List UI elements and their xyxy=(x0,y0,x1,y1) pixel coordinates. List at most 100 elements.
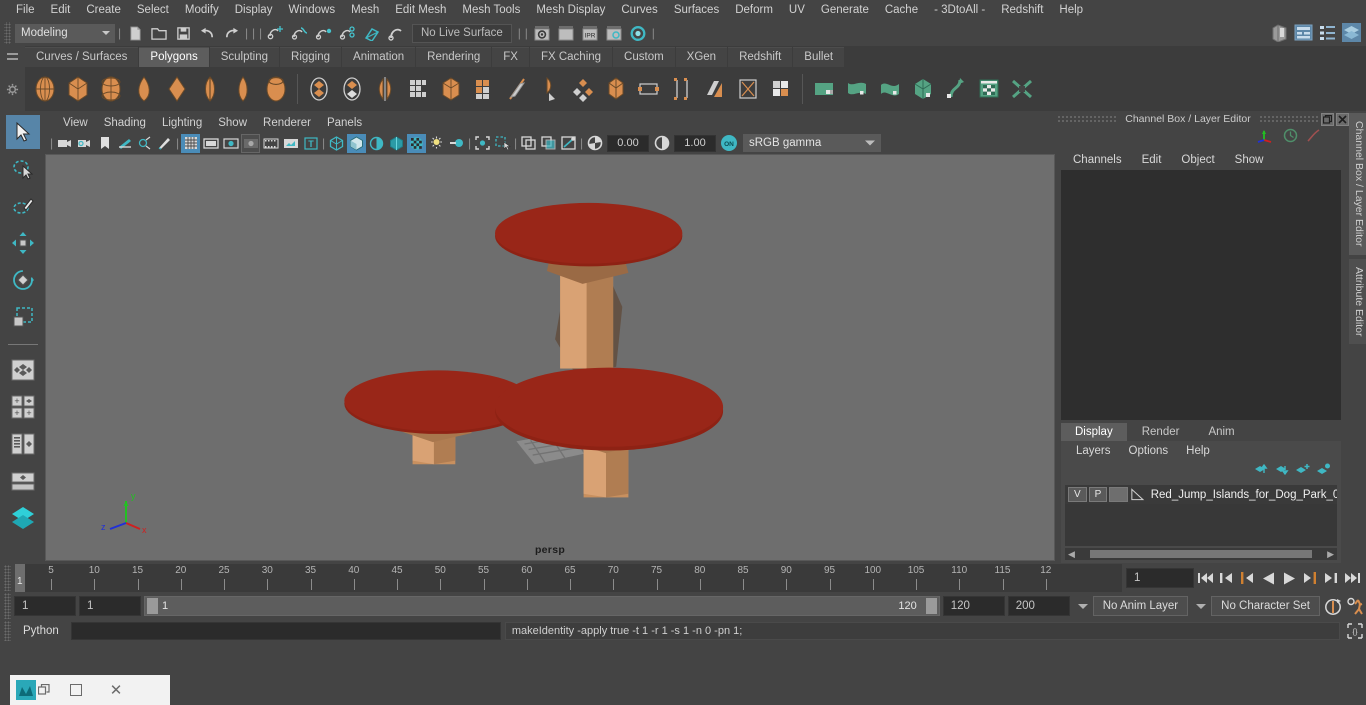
polycylinder-icon[interactable] xyxy=(95,71,127,107)
screen-space-ao-icon[interactable] xyxy=(427,134,446,153)
append-polygon-icon[interactable] xyxy=(699,71,731,107)
menu-mesh-tools[interactable]: Mesh Tools xyxy=(454,2,528,18)
mirror-icon[interactable] xyxy=(369,71,401,107)
attribute-editor-toggle-icon[interactable] xyxy=(1292,21,1314,43)
menu-select[interactable]: Select xyxy=(129,2,177,18)
gamma-field[interactable]: 1.00 xyxy=(674,134,716,152)
edit-menu[interactable]: Edit xyxy=(1132,153,1172,167)
channel-box-list[interactable] xyxy=(1061,170,1341,420)
polycone-icon[interactable] xyxy=(128,71,160,107)
move-tool[interactable] xyxy=(6,226,40,260)
time-slider-grip[interactable] xyxy=(4,565,11,591)
playback-end-field[interactable]: 120 xyxy=(942,596,1005,616)
scroll-left-arrow-icon[interactable]: ◀ xyxy=(1065,549,1078,560)
layer-list-hscrollbar[interactable]: ◀ ▶ xyxy=(1065,548,1337,560)
close-window-icon[interactable]: ✕ xyxy=(96,675,136,705)
show-hide-editors-icon[interactable] xyxy=(1268,21,1290,43)
xray-icon[interactable] xyxy=(539,134,558,153)
render-current-frame-icon[interactable] xyxy=(555,22,577,44)
booleans-icon[interactable] xyxy=(402,71,434,107)
polytorus-icon[interactable] xyxy=(161,71,193,107)
command-language-label[interactable]: Python xyxy=(15,625,67,637)
select-tool[interactable] xyxy=(5,115,40,149)
menu-mesh-display[interactable]: Mesh Display xyxy=(528,2,613,18)
menu-edit-mesh[interactable]: Edit Mesh xyxy=(387,2,454,18)
resolution-gate-icon[interactable] xyxy=(221,134,240,153)
persp-outliner-layout[interactable] xyxy=(6,427,40,461)
polycube-icon[interactable] xyxy=(62,71,94,107)
play-forwards-icon[interactable] xyxy=(1279,567,1299,589)
layer-color-swatch[interactable] xyxy=(1109,487,1128,502)
range-bar[interactable]: 1 120 xyxy=(144,596,940,616)
two-d-pan-zoom-icon[interactable] xyxy=(135,134,154,153)
menu-mesh[interactable]: Mesh xyxy=(343,2,387,18)
snap-to-curve-icon[interactable] xyxy=(289,22,311,44)
snap-to-point-icon[interactable] xyxy=(313,22,335,44)
layer-tab-anim[interactable]: Anim xyxy=(1194,423,1249,441)
anim-layer-value[interactable]: No Anim Layer xyxy=(1092,596,1189,616)
object-menu[interactable]: Object xyxy=(1171,153,1224,167)
shelf-tab-rigging[interactable]: Rigging xyxy=(280,47,342,67)
multisample-icon[interactable] xyxy=(473,134,492,153)
layer-playback-toggle[interactable]: P xyxy=(1088,487,1108,502)
make-live-icon[interactable] xyxy=(385,22,407,44)
layer-tab-render[interactable]: Render xyxy=(1127,423,1194,441)
viewport-menu-shading[interactable]: Shading xyxy=(96,116,154,130)
viewport-menu-renderer[interactable]: Renderer xyxy=(255,116,319,130)
select-camera-icon[interactable] xyxy=(55,134,74,153)
side-tab-channel-box[interactable]: Channel Box / Layer Editor xyxy=(1349,113,1366,255)
open-scene-icon[interactable] xyxy=(148,22,170,44)
scale-tool[interactable] xyxy=(6,300,40,334)
use-all-lights-icon[interactable] xyxy=(387,134,406,153)
script-editor-icon[interactable]: {} xyxy=(1344,621,1366,641)
live-surface-field[interactable]: No Live Surface xyxy=(412,23,512,43)
animation-preferences-icon[interactable] xyxy=(1346,595,1366,617)
menu-file[interactable]: File xyxy=(8,2,43,18)
shelf-tab-redshift[interactable]: Redshift xyxy=(728,47,793,67)
range-slider-grip[interactable] xyxy=(4,593,11,619)
menu-set-selector[interactable]: Modeling xyxy=(15,23,115,43)
restore-window-icon[interactable] xyxy=(38,684,50,696)
connect-icon[interactable] xyxy=(732,71,764,107)
close-icon[interactable] xyxy=(1336,112,1349,126)
new-layer-icon[interactable] xyxy=(1295,463,1310,481)
polydisc-icon[interactable] xyxy=(227,71,259,107)
layer-name[interactable]: Red_Jump_Islands_for_Dog_Park_001 xyxy=(1151,489,1337,501)
shelf-grip[interactable] xyxy=(0,46,25,67)
film-gate-icon[interactable] xyxy=(201,134,220,153)
menu-create[interactable]: Create xyxy=(78,2,129,18)
render-view-icon[interactable] xyxy=(531,22,553,44)
axis-manip-icon[interactable] xyxy=(1257,128,1275,148)
film-origin-icon[interactable] xyxy=(261,134,280,153)
uv-editor-icon[interactable] xyxy=(973,71,1005,107)
color-space-selector[interactable]: sRGB gamma xyxy=(743,134,881,152)
range-left-handle[interactable] xyxy=(147,598,158,614)
shelf-options-gear-icon[interactable] xyxy=(0,67,25,111)
step-back-frame-icon[interactable] xyxy=(1216,567,1236,589)
tool-settings-toggle-icon[interactable] xyxy=(1316,21,1338,43)
polysphere-icon[interactable] xyxy=(29,71,61,107)
smooth-shade-all-icon[interactable] xyxy=(347,133,366,153)
channel-curve-icon[interactable] xyxy=(1306,128,1321,148)
polyplane-icon[interactable] xyxy=(194,71,226,107)
anim-start-field[interactable]: 1 xyxy=(14,596,76,616)
range-right-handle[interactable] xyxy=(925,598,937,614)
layers-menu[interactable]: Layers xyxy=(1067,444,1120,458)
image-plane-icon[interactable] xyxy=(115,134,134,153)
bookmark-icon[interactable] xyxy=(95,134,114,153)
extrude-icon[interactable] xyxy=(468,71,500,107)
step-back-key-icon[interactable] xyxy=(1237,567,1257,589)
playback-start-field[interactable]: 1 xyxy=(79,596,141,616)
menu-generate[interactable]: Generate xyxy=(813,2,877,18)
exposure-icon[interactable] xyxy=(585,134,604,153)
lasso-select-tool[interactable] xyxy=(6,152,40,186)
separate-icon[interactable] xyxy=(336,71,368,107)
xray-joints-icon[interactable] xyxy=(559,134,578,153)
target-weld-icon[interactable] xyxy=(567,71,599,107)
viewport-menu-panels[interactable]: Panels xyxy=(319,116,370,130)
gate-mask-icon[interactable] xyxy=(241,133,260,153)
scrollbar-thumb[interactable] xyxy=(1089,550,1313,558)
shelf-tab-animation[interactable]: Animation xyxy=(342,47,416,67)
shaded-wireframe-icon[interactable] xyxy=(367,134,386,153)
layer-visibility-toggle[interactable]: V xyxy=(1068,487,1087,502)
